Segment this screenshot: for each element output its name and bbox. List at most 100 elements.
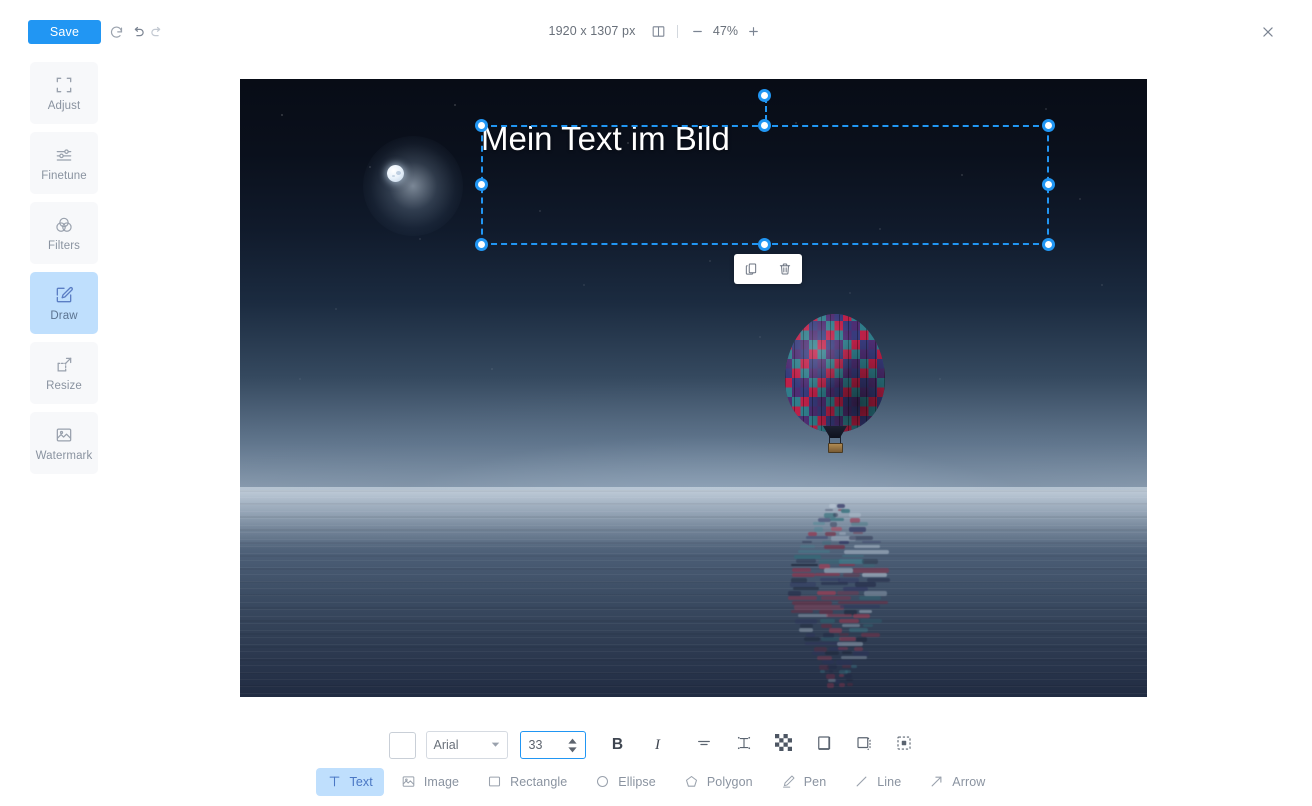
reflection-ripple [822,541,831,545]
reflection-ripple [796,559,816,563]
resize-handle-bottom-center[interactable] [758,238,771,251]
reflection-ripple [812,651,825,654]
save-button[interactable]: Save [28,20,101,44]
reflection-ripple [826,614,851,617]
tool-label: Pen [804,775,827,789]
position-button[interactable] [888,730,920,760]
tool-rectangle[interactable]: Rectangle [476,768,578,796]
redo-icon[interactable] [147,22,167,42]
tool-pen[interactable]: Pen [770,768,838,796]
text-options-toolbar: Arial B I [0,726,1312,764]
sidebar-item-finetune[interactable]: Finetune [30,132,98,194]
tool-text[interactable]: Text [316,768,384,796]
reflection-ripple [827,683,833,688]
resize-handle-middle-right[interactable] [1042,178,1055,191]
reflection-ripple [806,536,827,539]
object-context-menu [734,254,802,284]
reflection-ripple [820,619,835,623]
sidebar-item-label: Finetune [41,170,87,182]
sidebar-item-label: Draw [50,310,77,322]
canvas-image[interactable]: Mein Text im Bild [240,79,1147,697]
reflection-ripple [815,573,840,576]
reflection-ripple [863,564,876,567]
reflection-ripple [853,614,870,618]
font-size-field[interactable] [520,731,586,759]
reflection-ripple [821,637,841,641]
resize-handle-middle-left[interactable] [475,178,488,191]
sidebar-item-draw[interactable]: Draw [30,272,98,334]
canvas-info-bar: 1920 x 1307 px 47% [0,20,1312,42]
sidebar-item-watermark[interactable]: Watermark [30,412,98,474]
stroke-button[interactable] [848,730,880,760]
tool-line[interactable]: Line [843,768,912,796]
reflection-ripple [849,527,866,532]
reflection-ripple [849,513,861,516]
tool-polygon[interactable]: Polygon [673,768,764,796]
divider [677,25,678,38]
reflection-ripple [841,656,866,659]
reflection-ripple [813,522,825,525]
line-icon [854,774,870,790]
tool-arrow[interactable]: Arrow [918,768,996,796]
reflection-ripple [804,637,819,640]
close-icon[interactable] [1258,22,1278,42]
trash-icon[interactable] [773,257,797,281]
tool-image[interactable]: Image [390,768,470,796]
canvas-text-object[interactable]: Mein Text im Bild [481,120,730,159]
sidebar-item-resize[interactable]: Resize [30,342,98,404]
reflection-ripple [806,633,815,637]
reflection-ripple [795,619,817,624]
plus-icon[interactable] [743,21,763,41]
line-height-icon [735,734,753,757]
reflection-ripple [791,610,813,613]
reflection-ripple [862,573,886,577]
sidebar-item-filters[interactable]: Filters [30,202,98,264]
reflection-ripple [802,541,812,544]
tool-ellipse[interactable]: Ellipse [584,768,667,796]
opacity-button[interactable] [768,730,800,760]
resize-handle-top-left[interactable] [475,119,488,132]
tool-label: Rectangle [510,775,567,789]
zoom-level-label: 47% [709,24,741,38]
reflection-ripple [840,605,880,608]
sidebar-item-adjust[interactable]: Adjust [30,62,98,124]
font-size-input[interactable] [529,738,565,752]
balloon-basket [828,443,843,453]
text-align-button[interactable] [688,730,720,760]
minus-icon[interactable] [687,21,707,41]
resize-handle-bottom-right[interactable] [1042,238,1055,251]
italic-button[interactable]: I [642,730,674,760]
reflection-ripple [851,665,857,668]
font-family-select[interactable]: Arial [426,731,508,759]
pencil-icon [54,285,74,305]
reflection-ripple [849,536,872,540]
stepper-arrows-icon[interactable] [565,736,580,755]
resize-handle-top-center[interactable] [758,119,771,132]
reflection-ripple [825,651,839,655]
reflection-ripple [831,527,842,531]
text-color-swatch[interactable] [389,732,416,759]
reflection-ripple [798,614,827,617]
reflection-ripple [793,587,818,591]
reflection-ripple [829,504,836,508]
bold-button[interactable]: B [602,730,634,760]
resize-handle-top-right[interactable] [1042,119,1055,132]
reflection-ripple [814,527,823,532]
shadow-button[interactable] [808,730,840,760]
rotate-handle[interactable] [758,89,771,102]
undo-icon[interactable] [127,22,147,42]
line-height-button[interactable] [728,730,760,760]
reflection-ripple [824,545,845,549]
revert-icon[interactable] [106,22,126,42]
reflection-ripple [800,545,815,548]
reflection-ripple [798,550,829,553]
ellipse-icon [595,774,611,790]
resize-handle-bottom-left[interactable] [475,238,488,251]
canvas-area[interactable]: Mein Text im Bild [240,79,1147,697]
reflection-ripple [833,513,838,517]
tool-label: Ellipse [618,775,656,789]
duplicate-icon[interactable] [739,257,763,281]
reflection-ripple [817,591,836,594]
reflection-ripple [837,504,845,508]
compare-split-icon[interactable] [647,20,669,42]
